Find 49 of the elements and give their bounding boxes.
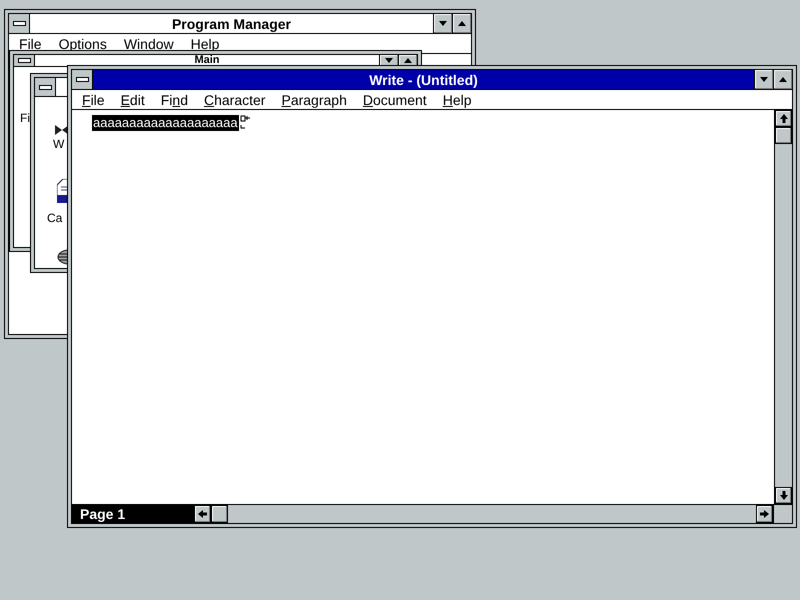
scroll-thumb[interactable] <box>775 127 792 144</box>
document-text: aaaaaaaaaaaaaaaaaaaa <box>92 115 239 131</box>
window-title: Main <box>194 55 220 66</box>
icon-label: W <box>53 137 64 151</box>
right-arrow-icon <box>760 510 769 518</box>
scroll-left-button[interactable] <box>194 505 211 523</box>
window-title: Program Manager <box>172 16 292 32</box>
menu-item[interactable]: Options <box>58 36 107 52</box>
scroll-right-button[interactable] <box>756 505 773 523</box>
menu-item[interactable]: File <box>19 36 42 52</box>
menu-item[interactable]: Help <box>190 36 220 52</box>
down-arrow-icon <box>780 491 788 500</box>
down-triangle-icon <box>385 58 393 63</box>
system-menu-button[interactable] <box>14 55 35 66</box>
scroll-down-button[interactable] <box>775 487 792 504</box>
maximize-button[interactable] <box>398 55 417 66</box>
menu-item[interactable]: Document <box>362 92 427 108</box>
up-triangle-icon <box>779 77 787 82</box>
maximize-button[interactable] <box>773 70 792 89</box>
down-triangle-icon <box>760 77 768 82</box>
minimize-button[interactable] <box>379 55 398 66</box>
page-status: Page 1 <box>72 505 194 523</box>
up-triangle-icon <box>404 58 412 63</box>
horizontal-scrollbar[interactable] <box>194 505 773 523</box>
minimize-button[interactable] <box>433 14 452 33</box>
up-arrow-icon <box>780 114 788 123</box>
end-mark-icon <box>238 115 251 129</box>
menu-item[interactable]: Help <box>442 92 472 108</box>
menu-item[interactable]: File <box>82 92 105 108</box>
down-triangle-icon <box>439 21 447 26</box>
vertical-scrollbar[interactable] <box>774 110 792 504</box>
minimize-button[interactable] <box>754 70 773 89</box>
left-arrow-icon <box>198 510 207 518</box>
system-menu-button[interactable] <box>9 14 30 33</box>
menu-item[interactable]: Paragraph <box>281 92 347 108</box>
scroll-thumb[interactable] <box>211 505 228 523</box>
scroll-up-button[interactable] <box>775 110 792 127</box>
icon-label: Ca <box>47 211 62 225</box>
menu-item[interactable]: Window <box>124 36 174 52</box>
menu-item[interactable]: Character <box>204 92 266 108</box>
icon-label: Fi <box>20 111 30 125</box>
up-triangle-icon <box>458 21 466 26</box>
maximize-button[interactable] <box>452 14 471 33</box>
window-title: Write - (Untitled) <box>369 72 478 88</box>
menu-item[interactable]: Find <box>160 92 188 108</box>
system-menu-button[interactable] <box>35 78 56 96</box>
bow-tie-icon <box>55 125 69 135</box>
menu-item[interactable]: Edit <box>120 92 145 108</box>
system-menu-button[interactable] <box>72 70 93 89</box>
